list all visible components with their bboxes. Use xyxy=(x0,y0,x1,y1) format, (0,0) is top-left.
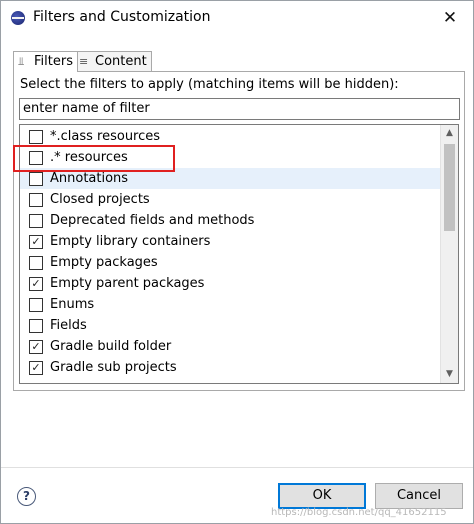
filters-scrollbar[interactable]: ▲ ▼ xyxy=(440,125,458,383)
tab-filters[interactable]: ⫫ Filters xyxy=(13,51,78,72)
help-icon[interactable]: ? xyxy=(17,487,36,506)
filter-item-label: Empty library containers xyxy=(50,234,211,249)
filters-dialog: Filters and Customization ✕ ⫫ Filters ≡ Co… xyxy=(0,0,474,524)
filter-checkbox[interactable] xyxy=(29,130,43,144)
filter-checkbox[interactable]: ✓ xyxy=(29,340,43,354)
cancel-button[interactable]: Cancel xyxy=(375,483,463,509)
filters-instruction: Select the filters to apply (matching it… xyxy=(20,77,399,92)
close-button[interactable]: ✕ xyxy=(439,7,461,29)
filter-item-label: .* resources xyxy=(50,150,128,165)
content-icon: ≡ xyxy=(79,55,89,68)
window-title: Filters and Customization xyxy=(33,9,211,25)
filter-checkbox[interactable] xyxy=(29,256,43,270)
filter-item-label: Enums xyxy=(50,297,95,312)
filter-checkbox[interactable] xyxy=(29,298,43,312)
filter-item[interactable]: ✓ Empty parent packages xyxy=(20,273,440,294)
filter-item-label: Gradle build folder xyxy=(50,339,172,354)
filter-item-label: Empty packages xyxy=(50,255,158,270)
filter-item-label: Deprecated fields and methods xyxy=(50,213,255,228)
filter-checkbox[interactable] xyxy=(29,151,43,165)
filter-item[interactable]: Annotations xyxy=(20,168,440,189)
filter-name-input[interactable]: enter name of filter xyxy=(19,98,460,120)
filter-item[interactable]: Fields xyxy=(20,315,440,336)
filters-panel: Select the filters to apply (matching it… xyxy=(13,71,465,391)
eclipse-icon xyxy=(11,11,25,25)
tab-content[interactable]: ≡ Content xyxy=(74,51,152,71)
filter-item-label: Closed projects xyxy=(50,192,150,207)
filter-item-label: Annotations xyxy=(50,171,129,186)
filter-item[interactable]: ✓ Gradle build folder xyxy=(20,336,440,357)
tab-content-label: Content xyxy=(95,54,147,69)
filter-item[interactable]: Deprecated fields and methods xyxy=(20,210,440,231)
filter-checkbox[interactable] xyxy=(29,214,43,228)
filter-item[interactable]: ✓ Empty library containers xyxy=(20,231,440,252)
filter-icon: ⫫ xyxy=(18,55,25,68)
tab-filters-label: Filters xyxy=(34,54,73,69)
ok-button[interactable]: OK xyxy=(278,483,366,509)
filter-item[interactable]: .* resources xyxy=(20,147,440,168)
filter-item[interactable]: ✓ Gradle sub projects xyxy=(20,357,440,378)
filter-checkbox[interactable]: ✓ xyxy=(29,361,43,375)
filter-item-label: Fields xyxy=(50,318,87,333)
title-bar: Filters and Customization ✕ xyxy=(1,1,473,35)
filter-checkbox[interactable] xyxy=(29,193,43,207)
scroll-down-icon[interactable]: ▼ xyxy=(441,366,458,383)
filter-item[interactable]: Closed projects xyxy=(20,189,440,210)
filter-item-label: Empty parent packages xyxy=(50,276,205,291)
filter-item[interactable]: Empty packages xyxy=(20,252,440,273)
filter-item[interactable]: *.class resources xyxy=(20,126,440,147)
watermark: https://blog.csdn.net/qq_41652115 xyxy=(271,507,447,518)
scroll-thumb[interactable] xyxy=(444,144,455,231)
filter-checkbox[interactable] xyxy=(29,172,43,186)
filter-checkbox[interactable] xyxy=(29,319,43,333)
filter-item[interactable]: Enums xyxy=(20,294,440,315)
filter-item-label: Gradle sub projects xyxy=(50,360,177,375)
scroll-up-icon[interactable]: ▲ xyxy=(441,125,458,142)
filters-list: ✓ Gradle sub projects ✓ Gradle build folder… xyxy=(19,124,459,384)
filter-checkbox[interactable]: ✓ xyxy=(29,235,43,249)
filter-item-label: *.class resources xyxy=(50,129,161,144)
filter-checkbox[interactable]: ✓ xyxy=(29,277,43,291)
footer-divider xyxy=(1,467,473,468)
